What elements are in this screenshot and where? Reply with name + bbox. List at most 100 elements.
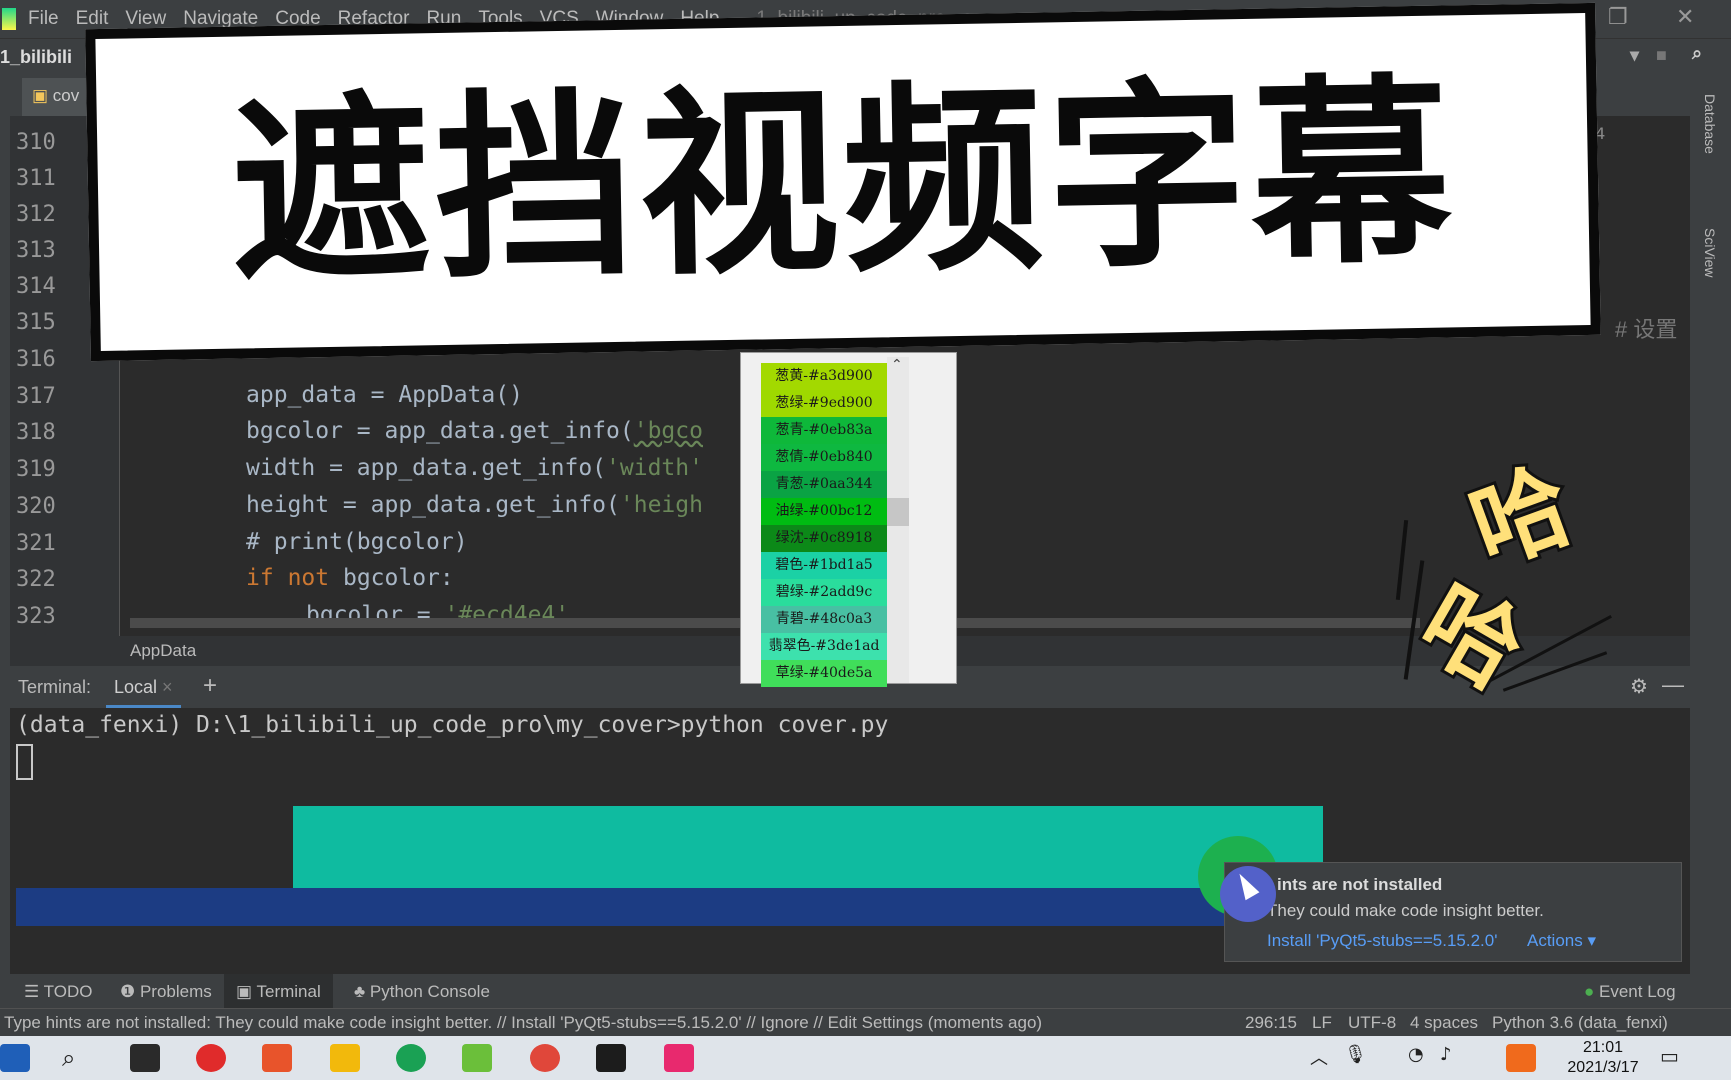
color-option[interactable]: 葱绿-#9ed900: [761, 390, 887, 417]
color-dropdown-list[interactable]: 葱黄-#a3d900 葱绿-#9ed900 葱青-#0eb83a 葱倩-#0eb…: [740, 352, 957, 687]
line-separator[interactable]: LF: [1312, 1013, 1332, 1033]
pink-app-icon[interactable]: [664, 1044, 694, 1072]
pycharm-taskbar-icon[interactable]: [596, 1044, 626, 1072]
actions-link[interactable]: Actions ▾: [1527, 931, 1596, 951]
search-icon[interactable]: ⌕: [62, 1044, 92, 1072]
terminal-label: Terminal:: [18, 677, 92, 697]
color-option[interactable]: 翡翠色-#3de1ad: [761, 633, 887, 660]
color-option-label: 葱青-#0eb83a: [775, 422, 873, 438]
menu-edit[interactable]: Edit: [76, 8, 109, 30]
close-tab-icon[interactable]: ×: [162, 677, 173, 697]
caret-position[interactable]: 296:15: [1245, 1013, 1297, 1033]
color-option[interactable]: 青葱-#0aa344: [761, 471, 887, 498]
color-option[interactable]: 葱青-#0eb83a: [761, 417, 887, 444]
tool-window-bar: ☰ TODO ❶ Problems ▣ Terminal ♣ Python Co…: [0, 974, 1731, 1008]
problems-label: Problems: [139, 982, 212, 1001]
menu-file[interactable]: File: [28, 8, 59, 30]
status-message[interactable]: Type hints are not installed: They could…: [4, 1013, 1042, 1033]
color-option-label: 葱黄-#a3d900: [775, 368, 873, 384]
menu-view[interactable]: View: [125, 8, 166, 30]
code-line-320: height = app_data.get_info('heigh: [246, 492, 703, 518]
terminal-app-icon[interactable]: [130, 1044, 160, 1072]
speaker-icon[interactable]: ♪: [1440, 1044, 1470, 1072]
color-option[interactable]: 油绿-#00bc12: [761, 498, 887, 525]
python-interpreter[interactable]: Python 3.6 (data_fenxi): [1492, 1013, 1668, 1033]
color-option[interactable]: 碧绿-#2add9c: [761, 579, 887, 606]
ime-icon[interactable]: [1506, 1044, 1536, 1072]
event-log-icon: ●: [1584, 982, 1599, 1001]
line-number: 311: [16, 166, 56, 191]
code-line-318: bgcolor = app_data.get_info('bgco: [246, 418, 703, 444]
minimize-icon[interactable]: —: [1662, 672, 1684, 698]
color-option[interactable]: 青碧-#48c0a3: [761, 606, 887, 633]
scroll-up-icon[interactable]: ⌃: [891, 357, 903, 373]
python-file-icon: ▣: [32, 86, 53, 105]
tray-chevron-icon[interactable]: ︿: [1310, 1044, 1340, 1072]
code-line-317: app_data = AppData(): [246, 382, 523, 408]
color-option[interactable]: 碧色-#1bd1a5: [761, 552, 887, 579]
python-console-tool[interactable]: ♣ Python Console: [354, 982, 490, 1002]
problems-tool[interactable]: ❶ Problems: [120, 982, 212, 1002]
line-number: 321: [16, 531, 56, 556]
system-clock[interactable]: 21:01 2021/3/17: [1548, 1038, 1658, 1078]
code-text: width = app_data.get_info(: [246, 455, 607, 481]
dropdown-scroll-thumb[interactable]: [887, 498, 909, 526]
subtitle-mask-bar: [16, 888, 1236, 926]
python-icon: ♣: [354, 982, 370, 1001]
notification-center-icon[interactable]: ▭: [1660, 1044, 1690, 1072]
clock-date: 2021/3/17: [1567, 1059, 1639, 1076]
code-line-321: # print(bgcolor): [246, 529, 468, 555]
terminal-tool[interactable]: ▣ Terminal: [224, 974, 333, 1008]
line-number: 314: [16, 274, 56, 299]
file-encoding[interactable]: UTF-8: [1348, 1013, 1396, 1033]
line-number: 322: [16, 567, 56, 592]
database-tool[interactable]: Database: [1702, 94, 1718, 154]
breadcrumb-item[interactable]: AppData: [130, 641, 196, 661]
code-string: 'width': [606, 455, 703, 481]
code-string: 'bgco: [633, 418, 703, 444]
restore-icon[interactable]: ❐: [1608, 4, 1628, 30]
windows-start-icon[interactable]: [0, 1044, 30, 1072]
color-option[interactable]: 绿沈-#0c8918: [761, 525, 887, 552]
notification-body: They could make code insight better.: [1267, 901, 1544, 920]
stop-icon[interactable]: ■: [1656, 45, 1667, 66]
sciview-tool[interactable]: SciView: [1702, 228, 1718, 278]
dropdown-arrow-icon[interactable]: ▾: [1630, 45, 1639, 66]
terminal-tool-label: Terminal: [256, 982, 321, 1001]
terminal-icon: ▣: [236, 982, 257, 1001]
new-terminal-icon[interactable]: +: [203, 672, 217, 700]
event-log-label: Event Log: [1599, 982, 1676, 1001]
banner-title: 遮挡视频字幕: [229, 56, 1457, 311]
green-app-icon[interactable]: [396, 1044, 426, 1072]
color-option-label: 碧色-#1bd1a5: [775, 557, 873, 573]
color-option[interactable]: 葱倩-#0eb840: [761, 444, 887, 471]
tab-cover-py[interactable]: ▣ cov: [22, 78, 90, 116]
line-number: 315: [16, 310, 56, 335]
search-icon[interactable]: ⌕: [1692, 43, 1702, 64]
gear-icon[interactable]: ⚙: [1630, 674, 1648, 699]
wifi-icon[interactable]: ◔: [1408, 1044, 1438, 1072]
microphone-icon[interactable]: 🎙: [1344, 1044, 1374, 1072]
color-option-label: 葱绿-#9ed900: [775, 395, 873, 411]
music-app-icon[interactable]: [196, 1044, 226, 1072]
color-option-label: 葱倩-#0eb840: [775, 449, 873, 465]
color-option-label: 草绿-#40de5a: [775, 665, 873, 681]
color-option-label: 绿沈-#0c8918: [775, 530, 873, 546]
office-app-icon[interactable]: [262, 1044, 292, 1072]
left-tool-strip: [0, 78, 10, 978]
color-option[interactable]: 草绿-#40de5a: [761, 660, 887, 687]
color-option[interactable]: 葱黄-#a3d900: [761, 363, 887, 390]
indent-setting[interactable]: 4 spaces: [1410, 1013, 1478, 1033]
close-icon[interactable]: ✕: [1676, 4, 1694, 30]
install-stubs-link[interactable]: Install 'PyQt5-stubs==5.15.2.0': [1267, 931, 1497, 951]
line-number: 318: [16, 420, 56, 445]
tab-local[interactable]: Local ×: [106, 666, 181, 708]
file-explorer-icon[interactable]: [330, 1044, 360, 1072]
project-name[interactable]: 1_bilibili: [0, 47, 72, 68]
event-log-tool[interactable]: ● Event Log: [1584, 982, 1676, 1002]
notepad-app-icon[interactable]: [462, 1044, 492, 1072]
chrome-icon[interactable]: [530, 1044, 560, 1072]
code-line-322: if not bgcolor:: [246, 565, 454, 591]
status-bar: Type hints are not installed: They could…: [0, 1008, 1731, 1036]
todo-tool[interactable]: ☰ TODO: [24, 982, 92, 1002]
